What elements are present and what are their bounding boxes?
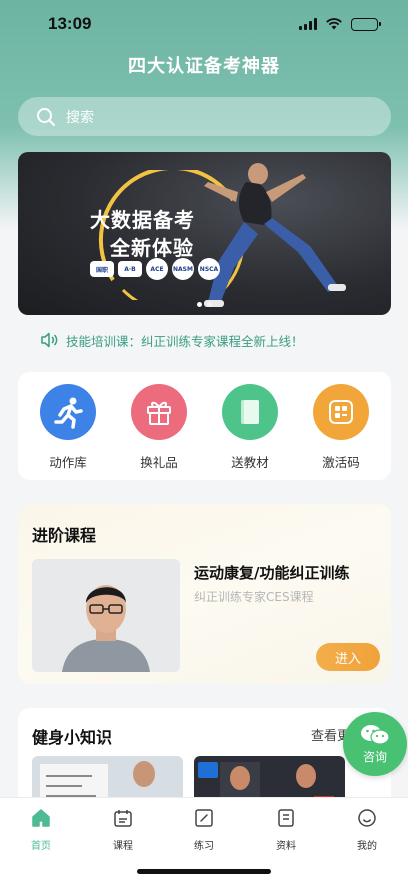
home-icon	[32, 809, 50, 827]
tab-practice[interactable]: 练习	[174, 807, 234, 852]
promo-banner[interactable]: 大数据备考 全新体验 国职 A·B ACE NASM NSCA	[18, 152, 391, 315]
shortcut-label: 送教材	[231, 455, 269, 470]
banner-logo: NSCA	[198, 258, 220, 280]
code-icon	[313, 384, 369, 440]
advanced-course-card[interactable]: 进阶课程 运动康复/功能纠正训练 纠正训练专家CES课程 进入	[18, 504, 391, 684]
status-bar: 13:09	[0, 0, 408, 48]
runner-image	[204, 163, 346, 307]
tab-courses[interactable]: 课程	[93, 807, 153, 852]
running-man-icon	[40, 384, 96, 440]
signal-icon	[299, 18, 317, 30]
banner-logo: 国职	[90, 261, 114, 277]
consult-button[interactable]: 咨询	[343, 712, 407, 776]
shortcut-free-textbook[interactable]: 送教材	[210, 384, 290, 471]
shortcut-label: 激活码	[322, 455, 360, 470]
search-input[interactable]: 搜索	[18, 97, 391, 136]
smile-icon	[358, 809, 376, 827]
page-title: 四大认证备考神器	[128, 56, 280, 77]
wifi-icon	[326, 18, 342, 30]
enter-course-button[interactable]: 进入	[316, 643, 380, 671]
tab-materials[interactable]: 资料	[256, 807, 316, 852]
notice-bar[interactable]: 技能培训课：纠正训练专家课程全新上线！	[18, 322, 391, 358]
book-icon	[222, 384, 278, 440]
status-time: 13:09	[48, 14, 92, 33]
banner-logos: 国职 A·B ACE NASM NSCA	[90, 258, 220, 280]
banner-dot[interactable]	[197, 302, 202, 307]
banner-logo: ACE	[146, 258, 168, 280]
banner-logo: A·B	[118, 261, 142, 277]
banner-title: 大数据备考	[90, 208, 195, 232]
search-icon	[37, 107, 55, 126]
tab-label: 首页	[31, 841, 51, 852]
tab-profile[interactable]: 我的	[337, 807, 397, 852]
document-icon	[278, 809, 294, 827]
speaker-icon	[41, 332, 58, 348]
banner-pagination[interactable]	[18, 302, 391, 307]
notice-text: 技能培训课：纠正训练专家课程全新上线！	[66, 333, 304, 349]
banner-dot[interactable]	[207, 302, 212, 307]
shortcut-label: 动作库	[49, 455, 87, 470]
search-placeholder: 搜索	[66, 109, 94, 126]
banner-subtitle: 全新体验	[110, 236, 194, 260]
course-subtitle: 纠正训练专家CES课程	[194, 590, 314, 604]
pencil-icon	[195, 809, 213, 827]
gift-icon	[131, 384, 187, 440]
wechat-icon	[361, 724, 390, 745]
shortcut-panel: 动作库 换礼品 送教材 激活码	[18, 372, 391, 480]
banner-logo: NASM	[172, 258, 194, 280]
shortcut-activation-code[interactable]: 激活码	[301, 384, 381, 471]
home-indicator	[137, 869, 271, 874]
tab-label: 资料	[276, 841, 296, 852]
course-heading: 进阶课程	[32, 526, 97, 545]
tab-label: 课程	[113, 841, 133, 852]
battery-icon	[351, 17, 381, 31]
calendar-icon	[114, 810, 132, 827]
tab-home[interactable]: 首页	[11, 807, 71, 852]
status-icons	[299, 17, 381, 31]
instructor-photo	[32, 559, 180, 672]
tab-label: 我的	[357, 841, 377, 852]
tab-label: 练习	[194, 841, 214, 852]
consult-label: 咨询	[362, 749, 387, 764]
shortcut-action-library[interactable]: 动作库	[28, 384, 108, 471]
shortcut-gift-exchange[interactable]: 换礼品	[119, 384, 199, 471]
shortcut-label: 换礼品	[140, 455, 178, 470]
course-title: 运动康复/功能纠正训练	[194, 564, 350, 582]
tips-heading: 健身小知识	[32, 728, 113, 747]
